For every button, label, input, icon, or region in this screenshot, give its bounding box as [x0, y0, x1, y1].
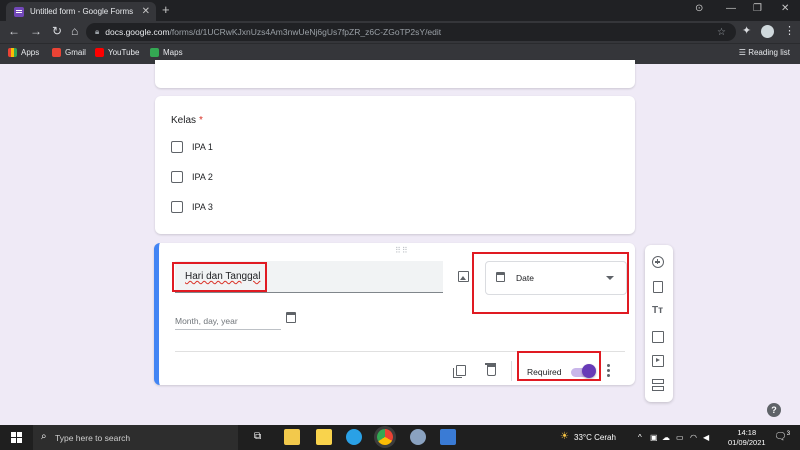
gmail-icon: [52, 48, 61, 57]
clock-time: 14:18: [737, 428, 757, 437]
bookmark-label: YouTube: [108, 48, 140, 57]
previous-question-card[interactable]: [155, 60, 635, 88]
search-icon: ⌕: [41, 431, 47, 442]
system-clock[interactable]: 14:18 01/09/2021: [728, 428, 766, 448]
profile-menu-icon[interactable]: ⊙: [695, 3, 703, 14]
duplicate-icon[interactable]: [453, 365, 466, 378]
browser-toolbar: ← → ↻ ⌂ 🔒︎ docs.google.com/forms/d/1UCRw…: [0, 21, 800, 43]
forms-favicon-icon: [14, 6, 24, 17]
clock-date: 01/09/2021: [728, 438, 766, 447]
reload-icon[interactable]: ↻: [52, 24, 62, 38]
required-asterisk: *: [199, 115, 203, 126]
bookmark-label: Maps: [163, 48, 183, 57]
address-bar[interactable]: 🔒︎ docs.google.com/forms/d/1UCRwKJxnUzs4…: [86, 23, 736, 41]
apps-grid-icon: [8, 48, 17, 57]
forward-icon[interactable]: →: [30, 24, 42, 38]
url-path: /forms/d/1UCRwKJxnUzs4Am3nwUeNj6gUs7fpZR…: [169, 27, 442, 37]
add-section-icon[interactable]: [652, 379, 664, 384]
back-icon[interactable]: ←: [8, 24, 20, 38]
bookmark-label: Apps: [21, 48, 40, 57]
add-video-icon[interactable]: [652, 355, 664, 367]
youtube-icon: [95, 48, 104, 57]
add-image-icon[interactable]: [458, 271, 469, 282]
taskbar-search[interactable]: ⌕ Type here to search: [33, 425, 238, 450]
add-section-icon-lower: [652, 386, 664, 391]
chrome-menu-icon[interactable]: ⋮: [784, 24, 795, 37]
chrome-icon[interactable]: [377, 429, 393, 445]
add-question-icon[interactable]: [652, 256, 664, 268]
add-image-icon[interactable]: [652, 331, 664, 343]
form-side-toolbar: Tт: [645, 245, 673, 402]
checkbox-option[interactable]: IPA 1: [171, 141, 213, 153]
onedrive-icon[interactable]: ☁: [662, 433, 670, 442]
notification-icon[interactable]: 🗨︎3: [774, 431, 790, 442]
highlight-required: [517, 351, 601, 381]
restore-icon[interactable]: ❐: [753, 3, 762, 14]
checkbox[interactable]: [171, 201, 183, 213]
taskbar-search-placeholder: Type here to search: [55, 433, 131, 443]
date-underline: [175, 329, 281, 330]
bookmark-youtube[interactable]: YouTube: [95, 48, 139, 57]
question-title: Kelas *: [171, 115, 203, 126]
import-questions-icon[interactable]: [653, 281, 663, 293]
more-options-icon[interactable]: [607, 364, 610, 379]
edge-icon[interactable]: [346, 429, 362, 445]
bookmark-gmail[interactable]: Gmail: [52, 48, 86, 57]
delete-icon[interactable]: [485, 363, 496, 376]
bookmark-apps[interactable]: Apps: [8, 48, 39, 57]
maps-icon: [150, 48, 159, 57]
footer-separator: [511, 361, 512, 381]
notification-count: 3: [786, 431, 791, 437]
task-view-icon[interactable]: ⧉: [254, 431, 261, 442]
question-card-kelas[interactable]: Kelas * IPA 1 IPA 2 IPA 3: [155, 96, 635, 234]
option-label: IPA 2: [192, 172, 213, 182]
tab-close-icon[interactable]: ✕: [142, 6, 150, 17]
checkbox[interactable]: [171, 141, 183, 153]
meet-now-icon[interactable]: ▣: [650, 433, 658, 442]
volume-icon[interactable]: ◀: [703, 433, 709, 442]
checkbox-option[interactable]: IPA 2: [171, 171, 213, 183]
wifi-icon[interactable]: ◠: [690, 433, 697, 442]
home-icon[interactable]: ⌂: [71, 24, 78, 38]
option-label: IPA 3: [192, 202, 213, 212]
lock-icon[interactable]: 🔒︎: [95, 27, 99, 37]
highlight-type: [472, 252, 629, 314]
date-calendar-icon: [286, 312, 296, 323]
tab-title: Untitled form - Google Forms: [30, 7, 134, 16]
url-text[interactable]: docs.google.com/forms/d/1UCRwKJxnUzs4Am3…: [105, 27, 441, 37]
browser-tab[interactable]: Untitled form - Google Forms ✕: [6, 2, 156, 21]
bookmark-maps[interactable]: Maps: [150, 48, 183, 57]
show-hidden-icons-icon[interactable]: ^: [638, 433, 642, 442]
checkbox[interactable]: [171, 171, 183, 183]
new-tab-button[interactable]: +: [162, 2, 170, 17]
windows-start-icon[interactable]: [11, 432, 22, 443]
question-title-text: Kelas: [171, 115, 197, 126]
help-icon[interactable]: ?: [767, 403, 781, 417]
checkbox-option[interactable]: IPA 3: [171, 201, 213, 213]
windows-taskbar: ⌕ Type here to search ⧉ ☀ 33°C Cerah ^ ▣…: [0, 425, 800, 450]
bookmark-label: Gmail: [65, 48, 86, 57]
network-icon[interactable]: ▭: [676, 433, 684, 442]
date-placeholder: Month, day, year: [175, 316, 238, 326]
highlight-title: [172, 262, 267, 292]
bookmark-star-icon[interactable]: ☆: [717, 27, 726, 38]
minimize-icon[interactable]: —: [726, 3, 736, 14]
file-explorer-icon[interactable]: [284, 429, 300, 445]
reading-list-label: Reading list: [748, 48, 790, 57]
url-host: docs.google.com: [105, 27, 170, 37]
sticky-notes-icon[interactable]: [316, 429, 332, 445]
reading-list-icon: ☰: [738, 48, 749, 57]
tab-strip: Untitled form - Google Forms ✕ + ⊙ — ❐ ✕: [0, 0, 800, 21]
profile-avatar[interactable]: [761, 25, 774, 38]
option-label: IPA 1: [192, 142, 213, 152]
add-title-icon[interactable]: Tт: [652, 305, 664, 317]
drag-handle-icon[interactable]: ⠿⠿: [395, 246, 409, 255]
reading-list[interactable]: ☰ Reading list: [739, 48, 790, 57]
weather-icon: ☀: [560, 431, 569, 442]
window-close-icon[interactable]: ✕: [781, 3, 789, 14]
extensions-icon[interactable]: ✦: [742, 24, 751, 37]
paint-icon[interactable]: [410, 429, 426, 445]
photos-icon[interactable]: [440, 429, 456, 445]
weather-text[interactable]: 33°C Cerah: [574, 433, 616, 442]
